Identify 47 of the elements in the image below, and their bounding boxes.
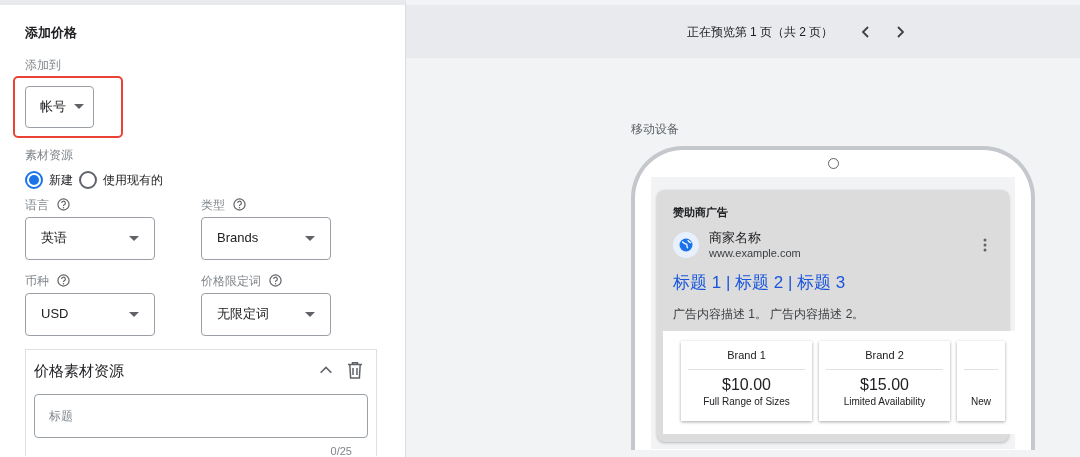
help-icon[interactable] bbox=[233, 198, 246, 211]
help-icon[interactable] bbox=[57, 198, 70, 211]
device-label: 移动设备 bbox=[631, 122, 679, 136]
chevron-right-icon bbox=[897, 26, 906, 39]
more-options-icon[interactable] bbox=[983, 238, 987, 253]
pager-text: 正在预览第 1 页（共 2 页） bbox=[686, 23, 834, 41]
dropdown-arrow-icon bbox=[74, 104, 84, 109]
section-title: 价格素材资源 bbox=[34, 360, 125, 381]
dropdown-arrow-icon bbox=[129, 235, 139, 241]
chevron-left-icon bbox=[861, 26, 870, 39]
radio-label: 新建 bbox=[49, 171, 73, 189]
dropdown[interactable]: 无限定词 bbox=[201, 292, 331, 336]
item-price: $15.00 bbox=[859, 375, 910, 394]
ad-headline[interactable]: 标题 1 | 标题 2 | 标题 3 bbox=[673, 270, 1009, 296]
item-description: New bbox=[970, 394, 992, 409]
radio-button[interactable] bbox=[25, 170, 43, 189]
field-label: 素材资源 bbox=[25, 146, 73, 164]
item-price: $10.00 bbox=[721, 375, 772, 394]
ad-description: 广告内容描述 1。 广告内容描述 2。 bbox=[673, 305, 866, 323]
field-label: 币种 bbox=[25, 272, 49, 290]
character-counter: 0/25 bbox=[330, 445, 352, 457]
field-label: 类型 bbox=[201, 196, 225, 214]
help-icon[interactable] bbox=[269, 274, 282, 287]
item-description: Full Range of Sizes bbox=[702, 394, 791, 409]
radio-label: 使用现有的 bbox=[103, 171, 163, 189]
dropdown[interactable]: Brands bbox=[201, 216, 331, 260]
dropdown-arrow-icon bbox=[305, 235, 315, 241]
dropdown-arrow-icon bbox=[129, 311, 139, 317]
business-name: 商家名称 bbox=[709, 229, 762, 245]
radio-button[interactable] bbox=[79, 170, 97, 189]
item-description: Limited Availability bbox=[842, 394, 927, 409]
sponsored-label: 赞助商广告 bbox=[673, 205, 729, 220]
dropdown[interactable]: USD bbox=[25, 292, 155, 336]
dropdown[interactable]: 帐号 bbox=[25, 85, 94, 128]
field-label: 价格限定词 bbox=[201, 272, 261, 290]
text-field[interactable]: 标题 bbox=[34, 394, 368, 438]
item-header: Brand 2 bbox=[826, 340, 943, 370]
item-header: Brand 1 bbox=[688, 340, 805, 370]
help-icon[interactable] bbox=[57, 274, 70, 287]
delete-icon[interactable] bbox=[348, 362, 362, 380]
ad-url: www.example.com bbox=[709, 245, 802, 261]
dropdown-arrow-icon bbox=[305, 311, 315, 317]
field-label: 语言 bbox=[25, 196, 49, 214]
field-label: 添加到 bbox=[25, 56, 61, 74]
form-title: 添加价格 bbox=[25, 24, 78, 42]
dropdown[interactable]: 英语 bbox=[25, 216, 155, 260]
globe-icon bbox=[673, 232, 699, 259]
